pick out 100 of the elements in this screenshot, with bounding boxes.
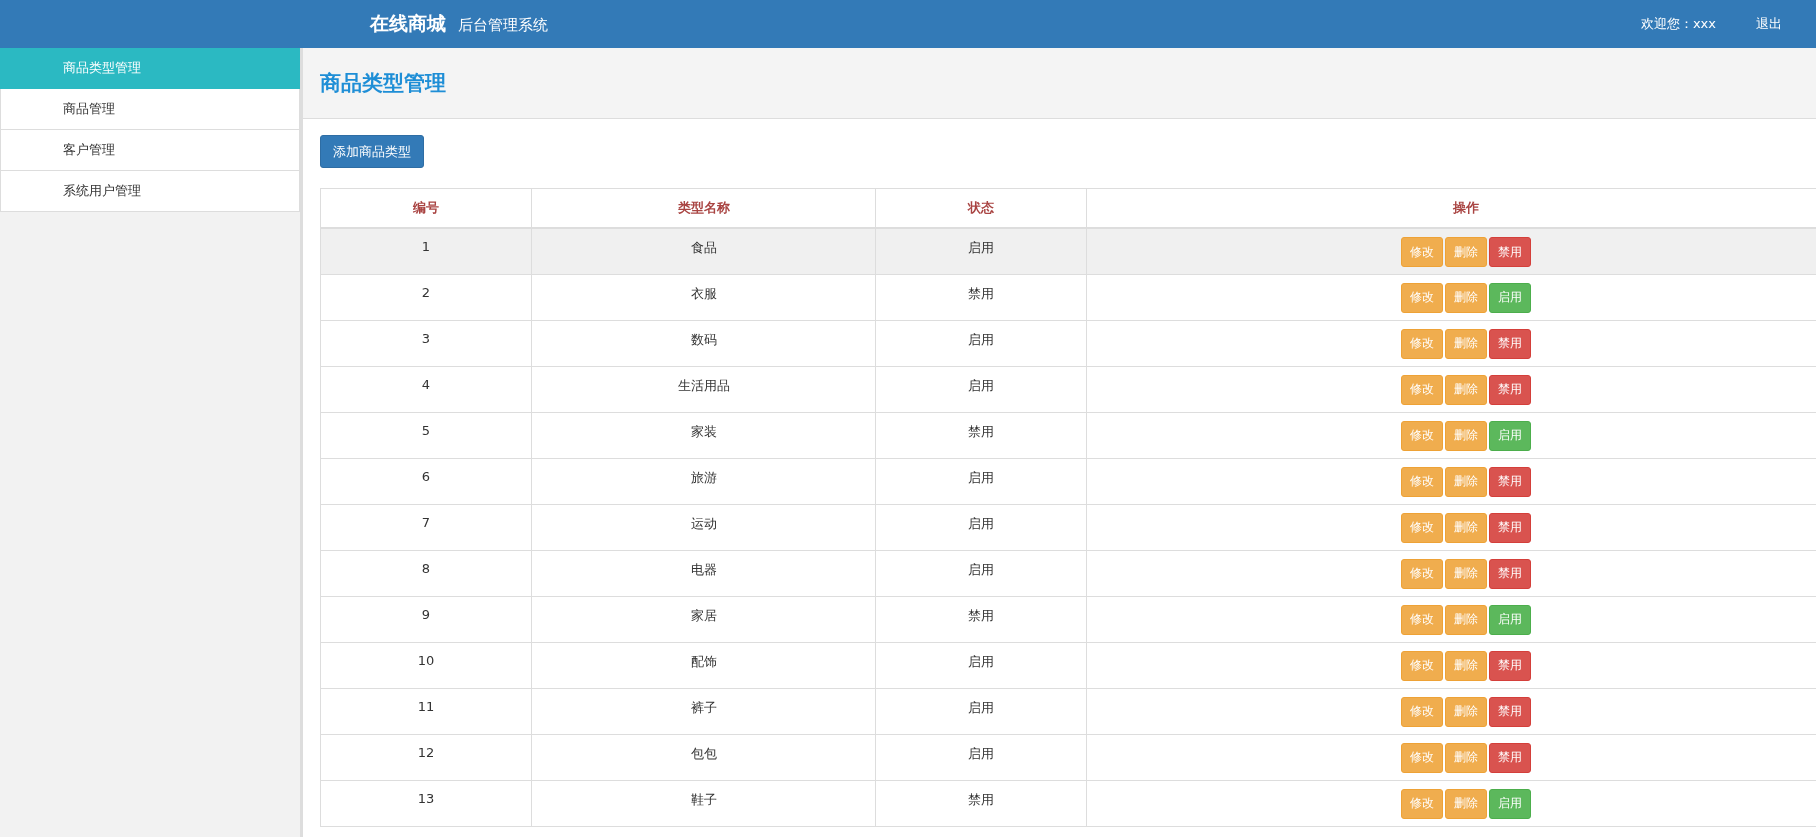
table-row[interactable]: 3 数码 启用 修改 删除 禁用 <box>320 320 1816 366</box>
table-row[interactable]: 12 包包 启用 修改 删除 禁用 <box>320 734 1816 780</box>
table-row[interactable]: 8 电器 启用 修改 删除 禁用 <box>320 550 1816 596</box>
table-cell: 11 <box>320 688 532 734</box>
table-cell: 1 <box>320 228 532 274</box>
delete-button[interactable]: 删除 <box>1445 558 1487 589</box>
disable-button[interactable]: 禁用 <box>1489 328 1531 359</box>
table-row[interactable]: 5 家装 禁用 修改 删除 启用 <box>320 412 1816 458</box>
disable-button[interactable]: 禁用 <box>1489 466 1531 497</box>
delete-button[interactable]: 删除 <box>1445 374 1487 405</box>
enable-button[interactable]: 启用 <box>1489 604 1531 635</box>
delete-button[interactable]: 删除 <box>1445 282 1487 313</box>
disable-button[interactable]: 禁用 <box>1489 237 1531 267</box>
table-cell: 7 <box>320 504 532 550</box>
table-cell: 禁用 <box>875 596 1087 642</box>
enable-button[interactable]: 启用 <box>1489 788 1531 819</box>
table-cell: 启用 <box>875 688 1087 734</box>
welcome-text: 欢迎您：xxx <box>1640 15 1716 33</box>
table-cell: 食品 <box>531 228 876 274</box>
disable-button[interactable]: 禁用 <box>1489 696 1531 727</box>
edit-button[interactable]: 修改 <box>1401 788 1443 819</box>
table-cell: 包包 <box>531 734 876 780</box>
table-cell: 6 <box>320 458 532 504</box>
table-row[interactable]: 9 家居 禁用 修改 删除 启用 <box>320 596 1816 642</box>
edit-button[interactable]: 修改 <box>1401 742 1443 773</box>
table-cell: 10 <box>320 642 532 688</box>
logout-link[interactable]: 退出 <box>1756 15 1782 33</box>
delete-button[interactable]: 删除 <box>1445 696 1487 727</box>
delete-button[interactable]: 删除 <box>1445 237 1487 267</box>
disable-button[interactable]: 禁用 <box>1489 742 1531 773</box>
edit-button[interactable]: 修改 <box>1401 328 1443 359</box>
table-cell: 4 <box>320 366 532 412</box>
add-button[interactable]: 添加商品类型 <box>320 135 424 168</box>
edit-button[interactable]: 修改 <box>1401 374 1443 405</box>
table-cell: 启用 <box>875 642 1087 688</box>
edit-button[interactable]: 修改 <box>1401 696 1443 727</box>
delete-button[interactable]: 删除 <box>1445 328 1487 359</box>
table-cell: 12 <box>320 734 532 780</box>
edit-button[interactable]: 修改 <box>1401 512 1443 543</box>
table-cell: 旅游 <box>531 458 876 504</box>
table-cell: 启用 <box>875 550 1087 596</box>
site-title: 在线商城 <box>370 11 446 36</box>
table-cell: 启用 <box>875 504 1087 550</box>
table-row[interactable]: 10 配饰 启用 修改 删除 禁用 <box>320 642 1816 688</box>
table-row[interactable]: 2 衣服 禁用 修改 删除 启用 <box>320 274 1816 320</box>
table-cell: 家装 <box>531 412 876 458</box>
table-cell: 鞋子 <box>531 780 876 826</box>
table-cell: 13 <box>320 780 532 826</box>
delete-button[interactable]: 删除 <box>1445 466 1487 497</box>
table-cell: 禁用 <box>875 274 1087 320</box>
table-cell: 启用 <box>875 228 1087 274</box>
delete-button[interactable]: 删除 <box>1445 650 1487 681</box>
page-title: 商品类型管理 <box>320 70 446 97</box>
delete-button[interactable]: 删除 <box>1445 604 1487 635</box>
table-row[interactable]: 4 生活用品 启用 修改 删除 禁用 <box>320 366 1816 412</box>
table-cell: 启用 <box>875 734 1087 780</box>
table-cell: 9 <box>320 596 532 642</box>
edit-button[interactable]: 修改 <box>1401 237 1443 267</box>
table-cell: 衣服 <box>531 274 876 320</box>
edit-button[interactable]: 修改 <box>1401 650 1443 681</box>
disable-button[interactable]: 禁用 <box>1489 650 1531 681</box>
table-cell: 配饰 <box>531 642 876 688</box>
sidebar-item[interactable]: 商品类型管理 <box>0 48 300 89</box>
table-cell: 数码 <box>531 320 876 366</box>
delete-button[interactable]: 删除 <box>1445 512 1487 543</box>
sidebar-item[interactable]: 系统用户管理 <box>0 171 300 212</box>
sidebar-item[interactable]: 商品管理 <box>0 89 300 130</box>
edit-button[interactable]: 修改 <box>1401 558 1443 589</box>
table-cell: 电器 <box>531 550 876 596</box>
table-cell: 5 <box>320 412 532 458</box>
table-row[interactable]: 11 裤子 启用 修改 删除 禁用 <box>320 688 1816 734</box>
table-cell: 禁用 <box>875 412 1087 458</box>
table-cell: 启用 <box>875 320 1087 366</box>
site-subtitle: 后台管理系统 <box>458 16 548 35</box>
table-cell: 启用 <box>875 458 1087 504</box>
table-row[interactable]: 7 运动 启用 修改 删除 禁用 <box>320 504 1816 550</box>
table-cell: 家居 <box>531 596 876 642</box>
enable-button[interactable]: 启用 <box>1489 282 1531 313</box>
edit-button[interactable]: 修改 <box>1401 420 1443 451</box>
table-cell: 8 <box>320 550 532 596</box>
table-row[interactable]: 6 旅游 启用 修改 删除 禁用 <box>320 458 1816 504</box>
delete-button[interactable]: 删除 <box>1445 420 1487 451</box>
table-cell: 2 <box>320 274 532 320</box>
delete-button[interactable]: 删除 <box>1445 742 1487 773</box>
delete-button[interactable]: 删除 <box>1445 788 1487 819</box>
table-cell: 生活用品 <box>531 366 876 412</box>
table-row[interactable]: 13 鞋子 禁用 修改 删除 启用 <box>320 780 1816 826</box>
enable-button[interactable]: 启用 <box>1489 420 1531 451</box>
table-cell: 运动 <box>531 504 876 550</box>
edit-button[interactable]: 修改 <box>1401 282 1443 313</box>
table-row[interactable]: 1 食品 启用 修改 删除 禁用 <box>320 228 1816 274</box>
table-cell: 禁用 <box>875 780 1087 826</box>
sidebar-item[interactable]: 客户管理 <box>0 130 300 171</box>
disable-button[interactable]: 禁用 <box>1489 374 1531 405</box>
edit-button[interactable]: 修改 <box>1401 604 1443 635</box>
table-cell: 3 <box>320 320 532 366</box>
disable-button[interactable]: 禁用 <box>1489 512 1531 543</box>
table-cell: 启用 <box>875 366 1087 412</box>
disable-button[interactable]: 禁用 <box>1489 558 1531 589</box>
edit-button[interactable]: 修改 <box>1401 466 1443 497</box>
